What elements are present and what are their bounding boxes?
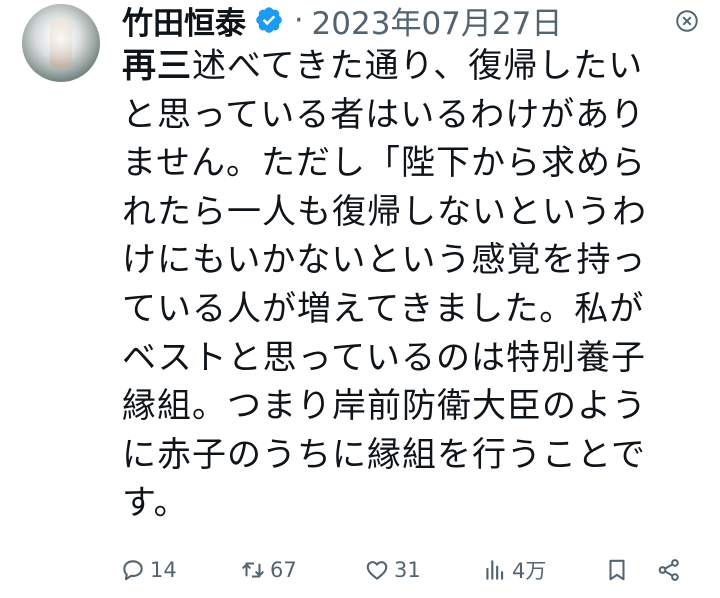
views-count: 4万 [512, 559, 547, 583]
separator-dot: · [294, 2, 304, 38]
tweet-line-bold: 再三 [122, 46, 192, 86]
tweet-line-text: 述べてきた通り、復帰したい [192, 46, 644, 86]
tweet-line: 再三述べてきた通り、復帰したい [122, 42, 682, 91]
tweet-line-text: れたら一人も復帰しないというわ [122, 191, 647, 232]
bookmark-icon [609, 559, 625, 581]
verified-badge-icon [254, 5, 284, 35]
tweet-line-text: に赤子のうちに縁組を行うことで [122, 434, 646, 475]
views-button[interactable]: 4万 [482, 552, 546, 588]
tweet-line: けにもいかないという感覚を持っ [122, 236, 682, 285]
tweet-header: 竹田恒泰 · 2023年07月27日 [122, 0, 563, 43]
avatar-mist [22, 4, 100, 82]
tweet-date[interactable]: 2023年07月27日 [312, 0, 563, 43]
tweet-line: 縁組。つまり岸前防衛大臣のよう [122, 382, 682, 431]
tweet-line-text: ません。ただし「陛下から求めら [122, 143, 646, 184]
tweet-line-text: 縁組。つまり岸前防衛大臣のよう [122, 386, 647, 427]
like-button[interactable]: 31 [364, 552, 421, 588]
retweet-count: 67 [270, 558, 297, 582]
share-icon [658, 559, 679, 581]
like-icon [366, 561, 388, 580]
author-avatar[interactable] [22, 4, 100, 82]
tweet-line: ベストと思っているのは特別養子 [122, 334, 682, 383]
tweet-line-text: と思っている者はいるわけがあり [122, 94, 646, 135]
more-options-icon[interactable] [672, 6, 702, 36]
retweet-button[interactable]: 67 [240, 552, 297, 588]
tweet-line: と思っている者はいるわけがあり [122, 91, 682, 140]
tweet-line-text: す。 [122, 483, 189, 524]
author-name[interactable]: 竹田恒泰 [122, 0, 246, 43]
tweet-actions: 14 67 31 4万 [120, 552, 700, 588]
tweet-line-text: けにもいかないという感覚を持っ [122, 240, 647, 281]
retweet-icon [242, 562, 264, 578]
tweet-line: れたら一人も復帰しないというわ [122, 188, 682, 237]
like-count: 31 [394, 558, 421, 582]
reply-icon [123, 560, 143, 581]
tweet-line: に赤子のうちに縁組を行うことで [122, 431, 682, 480]
tweet-line: ている人が増えてきました。私が [122, 285, 682, 334]
bookmark-button[interactable] [604, 552, 630, 588]
tweet-line-text: ベストと思っているのは特別養子 [122, 337, 646, 378]
reply-count: 14 [150, 558, 177, 582]
tweet-line-text: ている人が増えてきました。私が [122, 288, 645, 329]
share-button[interactable] [656, 552, 682, 588]
tweet-text: 再三述べてきた通り、復帰したい と思っている者はいるわけがあり ません。ただし「… [122, 42, 682, 528]
reply-button[interactable]: 14 [120, 552, 177, 588]
tweet-line: す。 [122, 479, 682, 528]
views-icon [486, 560, 504, 580]
tweet-line: ません。ただし「陛下から求めら [122, 139, 682, 188]
